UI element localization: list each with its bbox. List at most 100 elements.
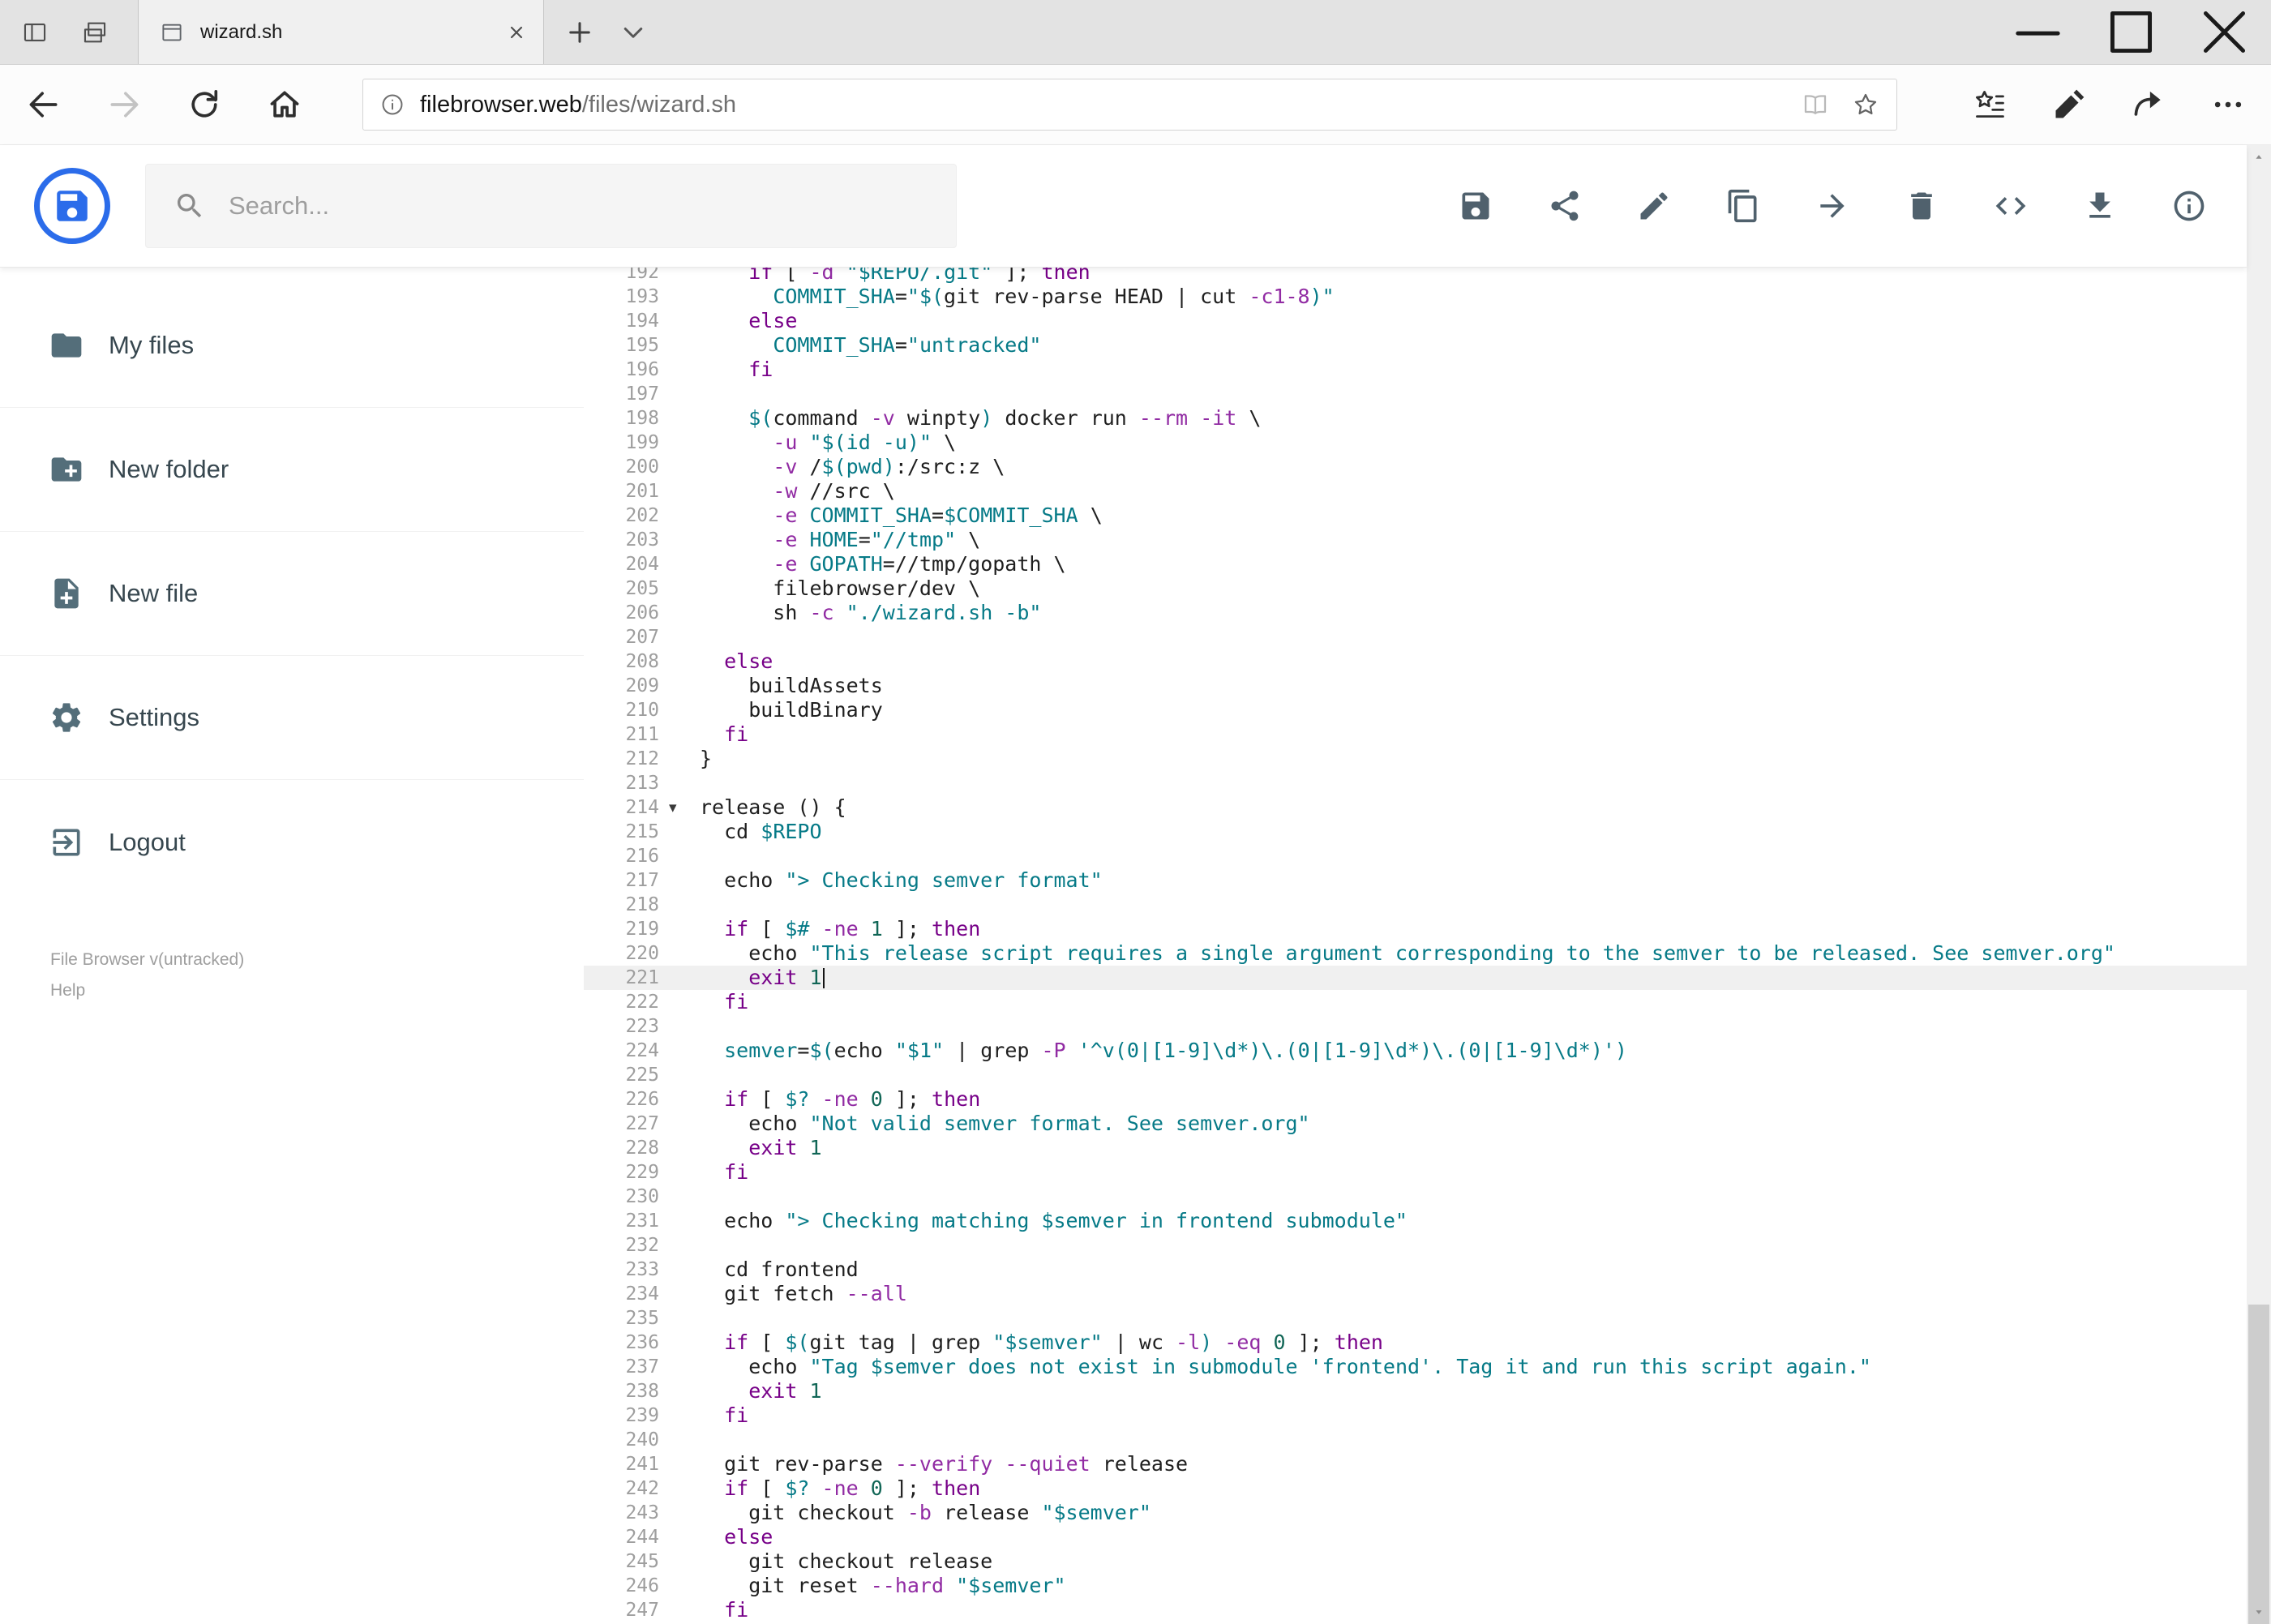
- code-text[interactable]: fi: [700, 990, 2247, 1014]
- code-text[interactable]: git fetch --all: [700, 1282, 2247, 1306]
- line-number[interactable]: 216: [584, 844, 659, 868]
- code-line-238[interactable]: 238 exit 1: [584, 1379, 2247, 1403]
- code-line-231[interactable]: 231 echo "> Checking matching $semver in…: [584, 1209, 2247, 1233]
- line-number[interactable]: 242: [584, 1476, 659, 1501]
- line-number[interactable]: 203: [584, 528, 659, 552]
- code-line-202[interactable]: 202 -e COMMIT_SHA=$COMMIT_SHA \: [584, 503, 2247, 528]
- browser-tab[interactable]: wizard.sh: [138, 0, 544, 64]
- code-line-193[interactable]: 193 COMMIT_SHA="$(git rev-parse HEAD | c…: [584, 285, 2247, 309]
- code-line-247[interactable]: 247 fi: [584, 1598, 2247, 1622]
- code-text[interactable]: -v /$(pwd):/src:z \: [700, 455, 2247, 479]
- minimize-button[interactable]: [1991, 0, 2085, 64]
- web-note-pen-icon[interactable]: [2051, 87, 2087, 122]
- code-text[interactable]: -w //src \: [700, 479, 2247, 503]
- line-number[interactable]: 226: [584, 1087, 659, 1112]
- line-number[interactable]: 232: [584, 1233, 659, 1258]
- code-text[interactable]: echo "> Checking matching $semver in fro…: [700, 1209, 2247, 1233]
- code-text[interactable]: [700, 1233, 2247, 1258]
- code-text[interactable]: COMMIT_SHA="untracked": [700, 333, 2247, 358]
- line-number[interactable]: 197: [584, 382, 659, 406]
- code-text[interactable]: -e GOPATH=//tmp/gopath \: [700, 552, 2247, 576]
- line-number[interactable]: 220: [584, 941, 659, 966]
- code-line-212[interactable]: 212}: [584, 747, 2247, 771]
- line-number[interactable]: 213: [584, 771, 659, 795]
- code-text[interactable]: else: [700, 1525, 2247, 1549]
- code-text[interactable]: echo "Not valid semver format. See semve…: [700, 1112, 2247, 1136]
- code-line-237[interactable]: 237 echo "Tag $semver does not exist in …: [584, 1355, 2247, 1379]
- code-line-244[interactable]: 244 else: [584, 1525, 2247, 1549]
- line-number[interactable]: 239: [584, 1403, 659, 1428]
- scroll-up-arrow-icon[interactable]: [2247, 145, 2271, 169]
- code-line-222[interactable]: 222 fi: [584, 990, 2247, 1014]
- line-number[interactable]: 206: [584, 601, 659, 625]
- code-line-227[interactable]: 227 echo "Not valid semver format. See s…: [584, 1112, 2247, 1136]
- favorite-star-icon[interactable]: [1851, 90, 1880, 119]
- code-text[interactable]: git rev-parse --verify --quiet release: [700, 1452, 2247, 1476]
- code-line-228[interactable]: 228 exit 1: [584, 1136, 2247, 1160]
- new-tab-button[interactable]: [565, 18, 594, 47]
- code-line-208[interactable]: 208 else: [584, 649, 2247, 674]
- sidebar-item-logout[interactable]: Logout: [0, 780, 584, 904]
- code-line-221[interactable]: 221 exit 1: [584, 966, 2247, 990]
- code-text[interactable]: fi: [700, 1160, 2247, 1185]
- edit-button[interactable]: [1636, 188, 1672, 224]
- code-text[interactable]: [700, 382, 2247, 406]
- more-options-icon[interactable]: [2210, 87, 2246, 122]
- download-button[interactable]: [2082, 188, 2118, 224]
- code-line-215[interactable]: 215 cd $REPO: [584, 820, 2247, 844]
- line-number[interactable]: 204: [584, 552, 659, 576]
- close-button[interactable]: [2178, 0, 2271, 64]
- code-line-230[interactable]: 230: [584, 1185, 2247, 1209]
- code-text[interactable]: else: [700, 649, 2247, 674]
- tab-preview-chevron-button[interactable]: [619, 18, 648, 47]
- code-line-206[interactable]: 206 sh -c "./wizard.sh -b": [584, 601, 2247, 625]
- code-line-240[interactable]: 240: [584, 1428, 2247, 1452]
- sidebar-item-my-files[interactable]: My files: [0, 284, 584, 408]
- code-line-201[interactable]: 201 -w //src \: [584, 479, 2247, 503]
- line-number[interactable]: 221: [584, 966, 659, 990]
- forward-button[interactable]: [106, 87, 142, 122]
- line-number[interactable]: 222: [584, 990, 659, 1014]
- code-line-210[interactable]: 210 buildBinary: [584, 698, 2247, 722]
- code-text[interactable]: echo "> Checking semver format": [700, 868, 2247, 893]
- code-text[interactable]: }: [700, 747, 2247, 771]
- code-line-232[interactable]: 232: [584, 1233, 2247, 1258]
- code-line-242[interactable]: 242 if [ $? -ne 0 ]; then: [584, 1476, 2247, 1501]
- line-number[interactable]: 224: [584, 1039, 659, 1063]
- code-text[interactable]: exit 1: [700, 966, 2247, 990]
- delete-button[interactable]: [1904, 188, 1939, 224]
- code-text[interactable]: buildBinary: [700, 698, 2247, 722]
- code-text[interactable]: git checkout release: [700, 1549, 2247, 1574]
- code-line-213[interactable]: 213: [584, 771, 2247, 795]
- line-number[interactable]: 201: [584, 479, 659, 503]
- share-icon[interactable]: [2131, 87, 2166, 122]
- line-number[interactable]: 205: [584, 576, 659, 601]
- line-number[interactable]: 200: [584, 455, 659, 479]
- line-number[interactable]: 240: [584, 1428, 659, 1452]
- code-text[interactable]: [700, 893, 2247, 917]
- line-number[interactable]: 234: [584, 1282, 659, 1306]
- code-text[interactable]: sh -c "./wizard.sh -b": [700, 601, 2247, 625]
- code-line-197[interactable]: 197: [584, 382, 2247, 406]
- code-line-217[interactable]: 217 echo "> Checking semver format": [584, 868, 2247, 893]
- code-line-211[interactable]: 211 fi: [584, 722, 2247, 747]
- tab-close-icon[interactable]: [506, 22, 527, 43]
- info-button[interactable]: [2171, 188, 2207, 224]
- code-text[interactable]: exit 1: [700, 1379, 2247, 1403]
- code-text[interactable]: else: [700, 309, 2247, 333]
- copy-button[interactable]: [1725, 188, 1761, 224]
- help-link[interactable]: Help: [50, 980, 85, 1001]
- line-number[interactable]: 218: [584, 893, 659, 917]
- line-number[interactable]: 246: [584, 1574, 659, 1598]
- line-number[interactable]: 237: [584, 1355, 659, 1379]
- code-text[interactable]: -u "$(id -u)" \: [700, 431, 2247, 455]
- code-line-224[interactable]: 224 semver=$(echo "$1" | grep -P '^v(0|[…: [584, 1039, 2247, 1063]
- sidebar-item-new-file[interactable]: New file: [0, 532, 584, 656]
- share-button[interactable]: [1547, 188, 1583, 224]
- code-text[interactable]: git reset --hard "$semver": [700, 1574, 2247, 1598]
- code-line-235[interactable]: 235: [584, 1306, 2247, 1330]
- line-number[interactable]: 229: [584, 1160, 659, 1185]
- code-text[interactable]: fi: [700, 1403, 2247, 1428]
- code-line-246[interactable]: 246 git reset --hard "$semver": [584, 1574, 2247, 1598]
- line-number[interactable]: 217: [584, 868, 659, 893]
